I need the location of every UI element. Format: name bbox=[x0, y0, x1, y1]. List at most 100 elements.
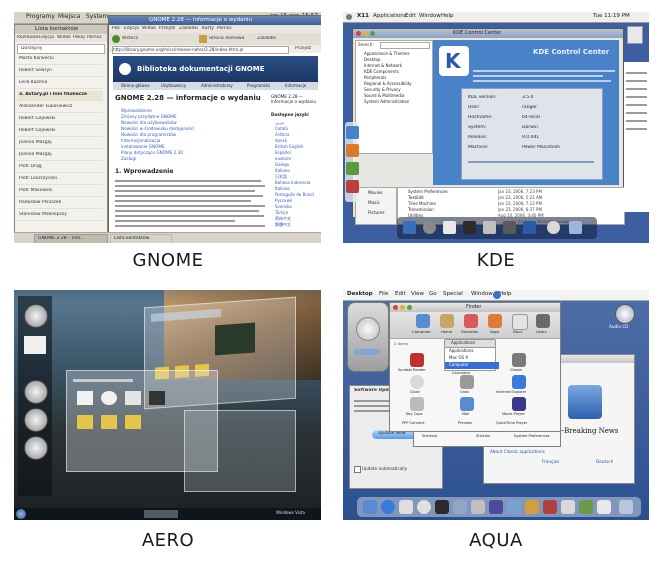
terminal-icon[interactable] bbox=[346, 162, 359, 175]
tree-item[interactable]: System Administration bbox=[364, 99, 409, 104]
panel-menu-system[interactable]: System bbox=[86, 13, 108, 20]
quicktime-dock-icon[interactable] bbox=[489, 500, 503, 514]
file-name[interactable]: Time Machine bbox=[408, 201, 436, 206]
taskbar-button[interactable] bbox=[144, 510, 178, 518]
contact-row[interactable]: Joanna Mazgaj bbox=[17, 151, 103, 161]
place-item[interactable]: Pictures bbox=[368, 210, 385, 215]
toc-link[interactable]: Plany dotyczące GNOME 2.30 bbox=[121, 150, 183, 155]
apple-icon[interactable] bbox=[346, 14, 352, 20]
play-control-icon[interactable] bbox=[356, 317, 380, 341]
status-dropdown[interactable]: Dostępny bbox=[17, 44, 105, 54]
kde-dock-icon[interactable] bbox=[523, 221, 536, 234]
toc-link[interactable]: Internacjonalizacja bbox=[121, 138, 160, 143]
zoom-icon[interactable] bbox=[407, 305, 412, 310]
clock-icon[interactable] bbox=[423, 221, 436, 234]
menu-applications[interactable]: Applications bbox=[373, 13, 407, 19]
home-icon[interactable] bbox=[440, 314, 454, 328]
contact-row[interactable]: Leila Kazmia bbox=[17, 79, 103, 89]
browser-menu-view[interactable]: Widok bbox=[142, 26, 156, 31]
app-icon[interactable] bbox=[512, 397, 526, 411]
toc-link[interactable]: Zasługi bbox=[121, 156, 136, 161]
trash-icon[interactable] bbox=[619, 500, 633, 514]
mail-dock-icon[interactable] bbox=[399, 500, 413, 514]
app-icon[interactable] bbox=[410, 397, 424, 411]
browser-menu-edit[interactable]: Edycja bbox=[124, 26, 139, 31]
path-menu-item-selected[interactable]: Computer bbox=[445, 362, 499, 369]
home-icon[interactable] bbox=[199, 35, 207, 43]
clock-dock-icon[interactable] bbox=[417, 500, 431, 514]
language-link[interactable]: Italiano bbox=[275, 186, 290, 191]
menu-window[interactable]: Window bbox=[471, 291, 493, 297]
tree-item[interactable]: Internet & Network bbox=[364, 63, 402, 68]
taskbar-item-browser[interactable]: GNOME 2.28 – info... bbox=[34, 234, 108, 243]
back-button[interactable]: Wstecz bbox=[122, 36, 138, 41]
app-dock-icon[interactable] bbox=[507, 500, 521, 514]
menu-view[interactable]: View bbox=[411, 291, 424, 297]
clock-gadget-icon[interactable] bbox=[24, 408, 48, 432]
panel-menu-applications[interactable]: Programy bbox=[26, 13, 55, 20]
contact-row[interactable]: Robert Gajewski bbox=[17, 115, 103, 125]
place-item[interactable]: Music bbox=[368, 200, 380, 205]
toc-link[interactable]: Wprowadzenie bbox=[121, 108, 152, 113]
language-link[interactable]: čeština bbox=[275, 132, 289, 137]
contact-menu-view[interactable]: Widok bbox=[57, 35, 71, 40]
minimize-icon[interactable] bbox=[363, 31, 368, 36]
toc-link[interactable]: Zmiany przydatne GNOME bbox=[121, 114, 177, 119]
search-input[interactable] bbox=[380, 42, 430, 49]
media-icon[interactable] bbox=[346, 180, 359, 193]
language-link[interactable]: Galego bbox=[275, 162, 289, 167]
language-link[interactable]: dansk bbox=[275, 138, 287, 143]
language-link[interactable]: euskara bbox=[275, 156, 291, 161]
trash-icon[interactable] bbox=[569, 221, 582, 234]
contact-menu-help[interactable]: Pomoc bbox=[87, 35, 102, 40]
documents-icon[interactable] bbox=[512, 314, 528, 330]
contact-row[interactable]: Piotr Drąg bbox=[17, 163, 103, 173]
close-icon[interactable] bbox=[393, 305, 398, 310]
language-link[interactable]: Español bbox=[275, 150, 291, 155]
language-link[interactable]: عربي bbox=[275, 120, 284, 125]
menu-x11[interactable]: X11 bbox=[357, 13, 369, 19]
path-menu-item[interactable]: Mac OS X bbox=[445, 355, 499, 362]
toc-link[interactable]: Instalowanie GNOME bbox=[121, 144, 165, 149]
desktop-icon[interactable] bbox=[346, 126, 359, 139]
app-dock-icon[interactable] bbox=[543, 500, 557, 514]
tree-item[interactable]: Sound & Multimedia bbox=[364, 93, 405, 98]
menu-go[interactable]: Go bbox=[429, 291, 437, 297]
app-dock-icon[interactable] bbox=[471, 500, 485, 514]
language-link[interactable]: Français bbox=[542, 459, 559, 464]
contact-row[interactable]: Aleksander Łukasiewicz bbox=[17, 103, 103, 113]
close-icon[interactable] bbox=[356, 31, 361, 36]
minimize-icon[interactable] bbox=[400, 305, 405, 310]
toc-link[interactable]: Nowości dla użytkowników bbox=[121, 120, 177, 125]
app-icon[interactable] bbox=[512, 375, 526, 389]
x11-icon[interactable] bbox=[443, 221, 456, 234]
language-link[interactable]: British English bbox=[275, 144, 304, 149]
tree-item[interactable]: Desktop bbox=[364, 57, 381, 62]
menu-help[interactable]: Help bbox=[441, 13, 454, 19]
tab-home[interactable]: Strona główna bbox=[121, 83, 150, 88]
audio-cd-icon[interactable] bbox=[615, 304, 635, 324]
apple-logo-icon[interactable] bbox=[493, 291, 501, 299]
browser-menu-file[interactable]: Plik bbox=[112, 26, 120, 31]
app-icon[interactable] bbox=[460, 375, 474, 389]
menu-edit[interactable]: Edit bbox=[405, 13, 416, 19]
volume-slider[interactable] bbox=[354, 349, 380, 355]
menubar-clock[interactable]: Tue 11:19 PM bbox=[593, 13, 630, 19]
app-dock-icon[interactable] bbox=[561, 500, 575, 514]
zoom-icon[interactable] bbox=[370, 31, 375, 36]
flip3d-window[interactable] bbox=[184, 410, 296, 492]
tab-users[interactable]: Użytkownicy bbox=[161, 83, 186, 88]
browser-menu-go[interactable]: Przejdź bbox=[159, 26, 175, 31]
menu-window[interactable]: Window bbox=[419, 13, 441, 19]
menu-special[interactable]: Special bbox=[443, 291, 463, 297]
computer-icon[interactable] bbox=[416, 314, 430, 328]
browser-menu-tabs[interactable]: Karty bbox=[202, 26, 214, 31]
start-orb-icon[interactable] bbox=[16, 509, 26, 519]
browser-menu-help[interactable]: Pomoc bbox=[217, 26, 232, 31]
language-link[interactable]: Türkçe bbox=[275, 210, 288, 215]
contact-row[interactable]: Piotr Makowski bbox=[17, 187, 103, 197]
language-link[interactable]: Português do Brasil bbox=[275, 192, 314, 197]
app-dock-icon[interactable] bbox=[547, 221, 560, 234]
toc-link[interactable]: Nowości w środowisku dostępności bbox=[121, 126, 194, 131]
go-button[interactable]: Przejdź bbox=[295, 46, 311, 51]
